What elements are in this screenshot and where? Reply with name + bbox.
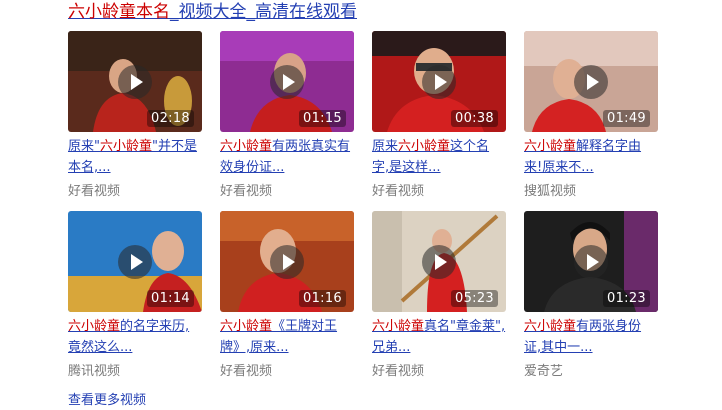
duration-badge: 00:38 — [451, 110, 498, 127]
duration-badge: 02:18 — [147, 110, 194, 127]
play-icon[interactable] — [118, 244, 152, 279]
video-thumbnail[interactable]: 02:18 — [68, 31, 202, 132]
video-source: 腾讯视频 — [68, 364, 121, 379]
video-title-link[interactable]: 六小龄童解释名字由来!原来不... — [524, 136, 658, 178]
video-source: 好看视频 — [372, 184, 425, 199]
play-icon[interactable] — [270, 64, 304, 99]
duration-badge: 01:15 — [299, 110, 346, 127]
title-highlight: 六小龄童本名 — [68, 2, 170, 22]
video-thumbnail[interactable]: 01:23 — [524, 211, 658, 312]
video-thumbnail[interactable]: 01:16 — [220, 211, 354, 312]
video-title-link[interactable]: 六小龄童《王牌对王牌》,原来... — [220, 316, 354, 358]
video-title-link[interactable]: 原来"六小龄童"并不是本名,... — [68, 136, 202, 178]
duration-badge: 01:14 — [147, 290, 194, 307]
play-icon[interactable] — [574, 64, 608, 99]
video-thumbnail[interactable]: 01:49 — [524, 31, 658, 132]
video-source: 好看视频 — [68, 184, 121, 199]
play-icon[interactable] — [270, 244, 304, 279]
video-title-link[interactable]: 六小龄童有两张真实有效身份证... — [220, 136, 354, 178]
video-title-link[interactable]: 六小龄童有两张身份证,其中一... — [524, 316, 658, 358]
title-highlight: 六小龄童 — [398, 139, 451, 154]
duration-badge: 01:49 — [603, 110, 650, 127]
video-source: 搜狐视频 — [524, 184, 577, 199]
title-highlight: 六小龄童 — [99, 139, 152, 154]
more-videos-link[interactable]: 查看更多视频 — [68, 392, 146, 410]
video-title-link[interactable]: 原来六小龄童这个名字,是这样... — [372, 136, 506, 178]
video-title-link[interactable]: 六小龄童真名"章金莱",兄弟... — [372, 316, 506, 358]
title-highlight: 六小龄童 — [372, 319, 425, 334]
video-source: 好看视频 — [220, 184, 273, 199]
video-thumbnail[interactable]: 05:23 — [372, 211, 506, 312]
title-highlight: 六小龄童 — [220, 319, 273, 334]
title-prefix: 原来 — [372, 139, 399, 154]
video-source: 好看视频 — [220, 364, 273, 379]
video-source: 爱奇艺 — [524, 364, 564, 379]
play-icon[interactable] — [422, 244, 456, 279]
result-title-link[interactable]: 六小龄童本名_视频大全_高清在线观看 — [68, 0, 357, 24]
title-highlight: 六小龄童 — [220, 139, 273, 154]
play-icon[interactable] — [574, 244, 608, 279]
video-thumbnail[interactable]: 01:15 — [220, 31, 354, 132]
video-thumbnail[interactable]: 00:38 — [372, 31, 506, 132]
video-thumbnail[interactable]: 01:14 — [68, 211, 202, 312]
duration-badge: 01:23 — [603, 290, 650, 307]
duration-badge: 01:16 — [299, 290, 346, 307]
play-icon[interactable] — [422, 64, 456, 99]
title-highlight: 六小龄童 — [524, 319, 577, 334]
title-highlight: 六小龄童 — [524, 139, 577, 154]
title-highlight: 六小龄童 — [68, 319, 121, 334]
title-rest: _视频大全_高清在线观看 — [170, 2, 357, 22]
video-source: 好看视频 — [372, 364, 425, 379]
video-title-link[interactable]: 六小龄童的名字来历,竟然这么... — [68, 316, 202, 358]
title-prefix: 原来" — [68, 139, 100, 154]
duration-badge: 05:23 — [451, 290, 498, 307]
play-icon[interactable] — [118, 64, 152, 99]
